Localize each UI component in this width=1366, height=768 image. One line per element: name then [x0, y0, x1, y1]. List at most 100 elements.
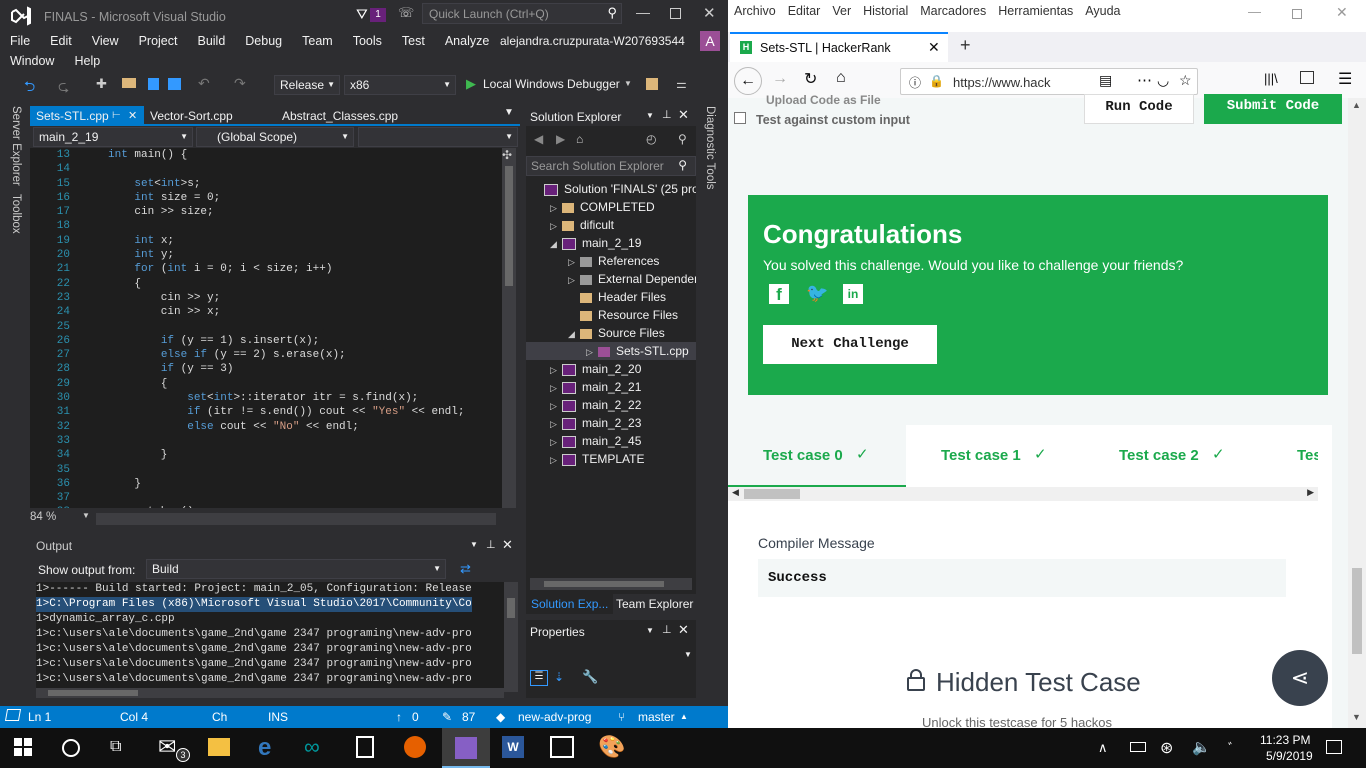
- chevron-up-icon[interactable]: ▲: [680, 712, 688, 721]
- tree-item[interactable]: ▷ main_2_20: [526, 360, 696, 378]
- code-line[interactable]: 29 {: [30, 377, 500, 391]
- code-editor[interactable]: 13 int main() {14 15 set<int>s; 16 int size…: [30, 148, 516, 508]
- clock-date[interactable]: 5/9/2019: [1266, 749, 1313, 763]
- expand-arrow-icon[interactable]: ▷: [550, 361, 562, 379]
- code-line[interactable]: 15 set<int>s;: [30, 177, 500, 191]
- pin-icon[interactable]: ⊢: [112, 106, 121, 126]
- forward-icon[interactable]: ▶: [556, 132, 565, 146]
- ime-icon[interactable]: ﾞ: [1228, 739, 1235, 759]
- expand-arrow-icon[interactable]: ▷: [586, 343, 598, 361]
- expand-arrow-icon[interactable]: ▷: [550, 199, 562, 217]
- tab-test-case-3[interactable]: Tes: [1262, 425, 1318, 487]
- menu-help[interactable]: Help: [74, 54, 100, 68]
- tab-test-case-0[interactable]: Test case 0 ✓: [728, 425, 906, 487]
- menu-historial[interactable]: Historial: [863, 4, 908, 18]
- code-line[interactable]: 14: [30, 162, 500, 176]
- tree-item[interactable]: Solution 'FINALS' (25 proje: [526, 180, 696, 198]
- tab-abstract-classes[interactable]: Abstract_Classes.cpp: [276, 106, 404, 126]
- push-icon[interactable]: ↑: [396, 710, 402, 724]
- code-line[interactable]: 31 if (itr != s.end()) cout << "Yes" << …: [30, 405, 500, 419]
- edit-icon[interactable]: ✎: [442, 710, 452, 724]
- tabs-hscrollbar[interactable]: ◀ ▶: [728, 487, 1318, 501]
- code-line[interactable]: 25: [30, 320, 500, 334]
- forward-icon[interactable]: ⮎: [58, 76, 69, 100]
- close-icon[interactable]: ✕: [678, 622, 689, 638]
- redo-icon[interactable]: ↷: [234, 75, 246, 92]
- code-line[interactable]: 17 cin >> size;: [30, 205, 500, 219]
- status-edits[interactable]: 87: [462, 710, 475, 724]
- branch-icon[interactable]: ⑂: [618, 710, 625, 724]
- toolbar-tool-icon[interactable]: ⚌: [676, 77, 687, 91]
- toolbox-tab[interactable]: Toolbox: [8, 194, 24, 244]
- repo-icon[interactable]: ◆: [496, 710, 505, 724]
- menu-debug[interactable]: Debug: [245, 34, 282, 48]
- properties-icon[interactable]: ⚲: [678, 132, 687, 146]
- tab-test-case-2[interactable]: Test case 2 ✓: [1084, 425, 1262, 487]
- split-icon[interactable]: ✣: [502, 148, 512, 162]
- output-tool-icon[interactable]: ⇄: [460, 561, 471, 577]
- account-avatar[interactable]: A: [700, 31, 720, 51]
- member-dropdown[interactable]: ▼: [358, 127, 518, 147]
- close-icon[interactable]: ✕: [678, 107, 689, 123]
- output-scrollbar[interactable]: [504, 582, 518, 692]
- output-source-dropdown[interactable]: Build ▼: [146, 559, 446, 579]
- run-code-button[interactable]: Run Code: [1084, 94, 1194, 124]
- expand-arrow-icon[interactable]: ◢: [568, 325, 580, 343]
- menu-herramientas[interactable]: Herramientas: [998, 4, 1073, 18]
- hamburger-menu-icon[interactable]: ☰: [1338, 69, 1352, 89]
- close-window-button[interactable]: ✕: [1336, 4, 1348, 21]
- pin-icon[interactable]: ⊥: [486, 538, 496, 551]
- forward-button[interactable]: →: [772, 70, 788, 88]
- expand-arrow-icon[interactable]: ▷: [550, 217, 562, 235]
- minimize-button[interactable]: —: [1248, 4, 1261, 19]
- code-line[interactable]: 26 if (y == 1) s.insert(x);: [30, 334, 500, 348]
- diagnostic-tools-tab[interactable]: Diagnostic Tools: [702, 106, 720, 196]
- chevron-down-icon[interactable]: ▼: [624, 79, 632, 88]
- code-line[interactable]: 34 }: [30, 448, 500, 462]
- menu-view[interactable]: View: [92, 34, 119, 48]
- platform-dropdown[interactable]: x86 ▼: [344, 75, 456, 95]
- network-icon[interactable]: ⊛: [1160, 738, 1173, 758]
- toolbar-tool-icon[interactable]: [646, 78, 658, 90]
- photos-icon[interactable]: [550, 736, 574, 758]
- share-button[interactable]: ⋖: [1272, 650, 1328, 706]
- expand-arrow-icon[interactable]: ▷: [568, 271, 580, 289]
- expand-arrow-icon[interactable]: ◢: [550, 235, 562, 253]
- tree-item[interactable]: ▷ External Dependenc: [526, 270, 696, 288]
- info-icon[interactable]: ⓘ: [909, 74, 921, 91]
- code-line[interactable]: 18: [30, 219, 500, 233]
- back-button[interactable]: ←: [734, 67, 762, 95]
- tree-item[interactable]: ▷ main_2_21: [526, 378, 696, 396]
- task-view-icon[interactable]: ⧉: [110, 738, 134, 762]
- back-icon[interactable]: ◀: [534, 132, 543, 146]
- back-icon[interactable]: ⮌: [24, 76, 35, 100]
- menu-editar[interactable]: Editar: [788, 4, 821, 18]
- start-debug-icon[interactable]: ▶: [466, 76, 476, 92]
- calculator-icon[interactable]: [356, 736, 374, 758]
- code-line[interactable]: 32 else cout << "No" << endl;: [30, 420, 500, 434]
- open-folder-icon[interactable]: [122, 78, 136, 88]
- code-line[interactable]: 28 if (y == 3): [30, 362, 500, 376]
- pocket-icon[interactable]: ◡: [1157, 72, 1169, 89]
- code-line[interactable]: 38 getchar();: [30, 505, 500, 508]
- output-text[interactable]: 1>------ Build started: Project: main_2_…: [36, 582, 504, 692]
- tab-test-case-1[interactable]: Test case 1 ✓: [906, 425, 1084, 487]
- tree-item[interactable]: ◢ Source Files: [526, 324, 696, 342]
- menu-ayuda[interactable]: Ayuda: [1085, 4, 1120, 18]
- debugger-button[interactable]: Local Windows Debugger: [483, 77, 620, 91]
- signed-in-user[interactable]: alejandra.cruzpurata-W207693544: [500, 34, 685, 48]
- code-line[interactable]: 16 int size = 0;: [30, 191, 500, 205]
- zoom-level[interactable]: 84 % ▼: [30, 511, 92, 527]
- maximize-button[interactable]: [670, 8, 681, 19]
- tree-item[interactable]: ▷ dificult: [526, 216, 696, 234]
- code-line[interactable]: 24 cin >> x;: [30, 305, 500, 319]
- tree-item[interactable]: Resource Files: [526, 306, 696, 324]
- vertical-scrollbar[interactable]: [502, 148, 516, 508]
- code-line[interactable]: 13 int main() {: [30, 148, 500, 162]
- tree-item[interactable]: ▷ Sets-STL.cpp: [526, 342, 696, 360]
- server-explorer-tab[interactable]: Server Explorer: [8, 106, 24, 186]
- menu-window[interactable]: Window: [10, 54, 54, 68]
- status-branch[interactable]: master: [638, 710, 675, 724]
- bookmark-star-icon[interactable]: ☆: [1179, 72, 1192, 89]
- categorized-icon[interactable]: ☰: [530, 670, 548, 686]
